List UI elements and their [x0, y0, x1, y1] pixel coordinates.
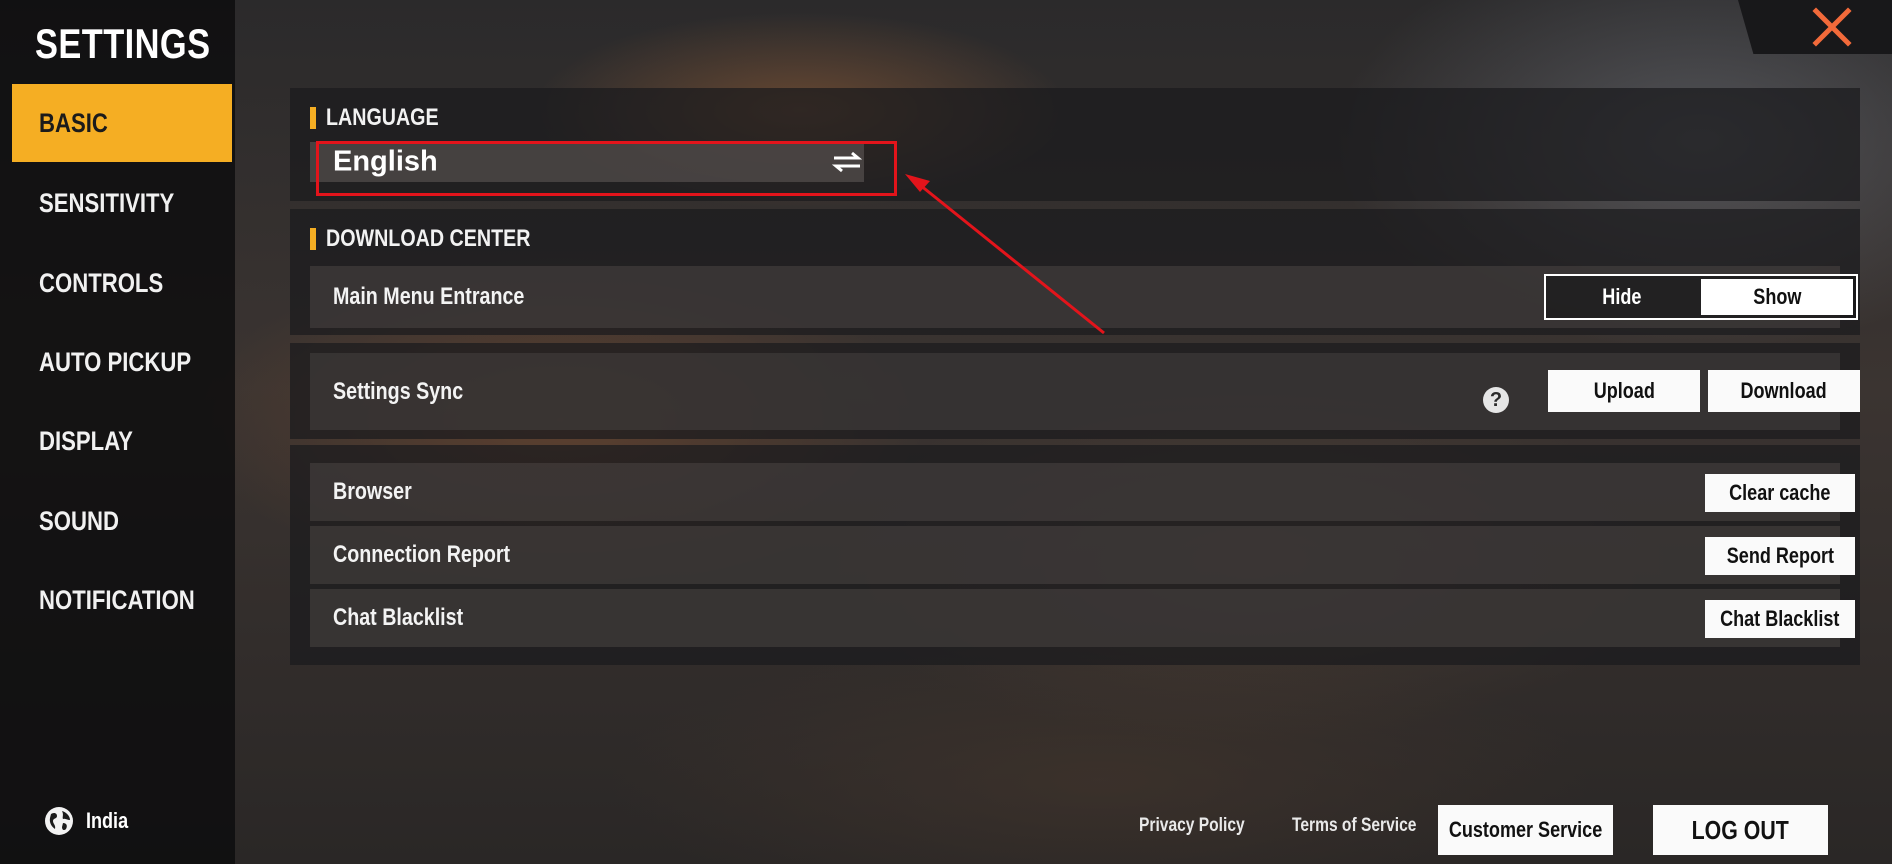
sidebar-item-label: SENSITIVITY: [39, 187, 175, 218]
sidebar-item-basic[interactable]: BASIC: [12, 84, 232, 162]
hide-option[interactable]: Hide: [1546, 276, 1698, 318]
settings-sync-row: Settings Sync ? Upload Download: [310, 353, 1860, 430]
sidebar-item-controls[interactable]: CONTROLS: [12, 244, 232, 322]
section-accent-bar: [310, 228, 316, 250]
language-selector[interactable]: English: [310, 142, 864, 182]
upload-button[interactable]: Upload: [1548, 370, 1700, 412]
button-label: Send Report: [1726, 543, 1834, 568]
page-title: SETTINGS: [35, 20, 211, 67]
language-value: English: [333, 145, 438, 178]
download-button[interactable]: Download: [1708, 370, 1860, 412]
show-option[interactable]: Show: [1701, 279, 1853, 315]
link-label: Terms of Service: [1292, 815, 1417, 836]
terms-of-service-link[interactable]: Terms of Service: [1292, 815, 1444, 837]
close-button[interactable]: [1738, 0, 1892, 54]
button-label: Clear cache: [1729, 480, 1831, 505]
send-report-button[interactable]: Send Report: [1705, 537, 1855, 575]
row-label: Connection Report: [333, 541, 511, 568]
download-center-section-header: DOWNLOAD CENTER: [310, 225, 575, 253]
language-panel: LANGUAGE English: [290, 88, 1860, 201]
connection-report-row: Connection Report Send Report: [310, 526, 1855, 584]
button-label: Customer Service: [1448, 817, 1603, 842]
sidebar-item-sensitivity[interactable]: SENSITIVITY: [12, 164, 232, 242]
section-accent-bar: [310, 107, 316, 129]
download-center-panel: DOWNLOAD CENTER Main Menu Entrance Hide …: [290, 209, 1860, 335]
language-section-header: LANGUAGE: [310, 104, 463, 132]
upload-button-label: Upload: [1593, 378, 1655, 403]
sidebar-item-label: CONTROLS: [39, 267, 164, 298]
region-selector[interactable]: India: [44, 806, 137, 836]
show-option-label: Show: [1752, 284, 1802, 309]
sidebar-item-label: NOTIFICATION: [39, 584, 195, 615]
button-label: Chat Blacklist: [1720, 606, 1840, 631]
clear-cache-button[interactable]: Clear cache: [1705, 474, 1855, 512]
help-circle-icon[interactable]: ?: [1483, 387, 1509, 413]
close-icon: [1812, 7, 1852, 47]
hide-option-label: Hide: [1602, 284, 1642, 309]
button-label: LOG OUT: [1691, 814, 1790, 845]
customer-service-button[interactable]: Customer Service: [1438, 805, 1613, 855]
log-out-button[interactable]: LOG OUT: [1653, 805, 1828, 855]
misc-panel: Browser Clear cache Connection Report Se…: [290, 445, 1860, 665]
sidebar-item-label: DISPLAY: [39, 425, 133, 456]
sidebar-item-label: SOUND: [39, 505, 119, 536]
settings-sync-panel: Settings Sync ? Upload Download: [290, 343, 1860, 439]
privacy-policy-link[interactable]: Privacy Policy: [1139, 815, 1268, 837]
row-label: Main Menu Entrance: [333, 283, 525, 310]
download-button-label: Download: [1740, 378, 1828, 403]
row-label: Chat Blacklist: [333, 604, 464, 631]
sidebar-item-sound[interactable]: SOUND: [12, 482, 232, 560]
swap-arrows-icon: [831, 151, 863, 173]
sidebar-item-notification[interactable]: NOTIFICATION: [12, 561, 232, 639]
sidebar-item-auto-pickup[interactable]: AUTO PICKUP: [12, 323, 232, 401]
help-glyph: ?: [1489, 388, 1503, 411]
sidebar: SETTINGS BASIC SENSITIVITY CONTROLS AUTO…: [0, 0, 235, 864]
chat-blacklist-button[interactable]: Chat Blacklist: [1705, 600, 1855, 638]
globe-icon: [45, 807, 73, 835]
main-menu-entrance-row: Main Menu Entrance Hide Show: [310, 266, 1858, 328]
row-label: Settings Sync: [333, 377, 464, 405]
sidebar-item-display[interactable]: DISPLAY: [12, 402, 232, 480]
section-title: LANGUAGE: [326, 104, 439, 131]
link-label: Privacy Policy: [1139, 815, 1245, 836]
row-label: Browser: [333, 478, 412, 505]
sidebar-item-label: AUTO PICKUP: [39, 346, 192, 377]
region-label: India: [86, 808, 129, 833]
section-title: DOWNLOAD CENTER: [326, 225, 531, 252]
main-menu-entrance-toggle: Hide Show: [1544, 274, 1858, 320]
browser-row: Browser Clear cache: [310, 463, 1855, 521]
chat-blacklist-row: Chat Blacklist Chat Blacklist: [310, 589, 1855, 647]
sidebar-item-label: BASIC: [39, 107, 108, 138]
